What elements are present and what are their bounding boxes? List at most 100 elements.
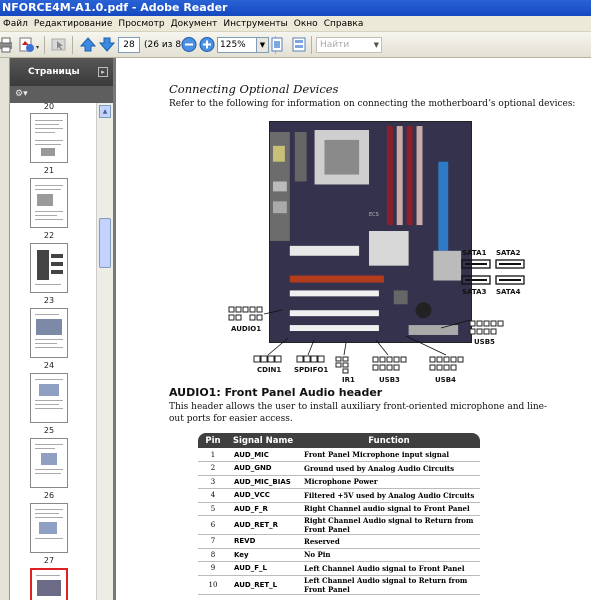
options-gear-icon[interactable]: ⚙▾ bbox=[15, 89, 28, 99]
menu-edit[interactable]: Редактирование bbox=[31, 19, 116, 29]
fit-page-icon[interactable] bbox=[268, 36, 286, 53]
thumbnail-label: 26 bbox=[43, 491, 55, 500]
section-heading: AUDIO1: Front Panel Audio header bbox=[169, 386, 383, 399]
function-cell: Reserved bbox=[298, 534, 480, 549]
menu-tools[interactable]: Инструменты bbox=[220, 19, 290, 29]
signal-name-cell: AUD_MIC_BIAS bbox=[228, 475, 298, 489]
sata2-label: SATA2 bbox=[496, 249, 521, 257]
function-cell: Microphone Power bbox=[298, 475, 480, 489]
cdin1-connector-icon bbox=[253, 355, 282, 363]
pin-number-cell: 7 bbox=[198, 534, 228, 549]
pin-number-cell: 6 bbox=[198, 515, 228, 535]
page-number-input[interactable]: 28 bbox=[118, 37, 140, 53]
menu-file[interactable]: Файл bbox=[0, 19, 31, 29]
function-cell: Left Channel Audio signal to Return from… bbox=[298, 575, 480, 595]
zoom-in-icon[interactable] bbox=[198, 36, 216, 53]
search-field[interactable]: Найти ▼ bbox=[316, 37, 382, 53]
table-row: 7 REVD Reserved bbox=[198, 534, 480, 549]
signal-name-cell: Key bbox=[228, 548, 298, 562]
scroll-up-icon[interactable]: ▲ bbox=[99, 105, 111, 118]
page-thumbnail[interactable] bbox=[30, 503, 68, 553]
zoom-out-icon[interactable] bbox=[180, 36, 198, 53]
usb5-label: USB5 bbox=[474, 338, 495, 346]
function-cell: Front Panel Microphone input signal bbox=[298, 448, 480, 462]
signal-name-cell: AUD_MIC bbox=[228, 448, 298, 462]
document-view[interactable]: Connecting Optional Devices Refer to the… bbox=[113, 58, 591, 600]
window-title-bar: NFORCE4M-A1.0.pdf - Adobe Reader bbox=[0, 0, 591, 16]
search-dropdown-icon[interactable]: ▼ bbox=[374, 38, 379, 52]
pin-number-cell: 9 bbox=[198, 561, 228, 576]
table-row: 8 Key No Pin bbox=[198, 548, 480, 562]
function-cell: Right Channel audio signal to Front Pane… bbox=[298, 502, 480, 516]
thumbnail-label: 27 bbox=[43, 556, 55, 565]
spdifo1-connector-icon bbox=[296, 355, 325, 363]
audio1-pin-table: Pin Signal Name Function 1 AUD_MIC Front P… bbox=[198, 433, 480, 595]
pin-number-cell: 8 bbox=[198, 548, 228, 562]
function-cell: Filtered +5V used by Analog Audio Circui… bbox=[298, 488, 480, 503]
pin-number-cell: 3 bbox=[198, 475, 228, 489]
page-thumbnail-current[interactable] bbox=[30, 568, 68, 600]
signal-name-cell: AUD_GND bbox=[228, 461, 298, 476]
panel-menu-icon[interactable]: ▸ bbox=[98, 67, 108, 77]
select-icon[interactable] bbox=[50, 36, 68, 53]
table-header-row: Pin Signal Name Function bbox=[198, 433, 480, 448]
menu-bar: Файл Редактирование Просмотр Документ Инстру… bbox=[0, 16, 591, 32]
panel-options[interactable]: ⚙▾ bbox=[10, 86, 113, 103]
page-thumbnails: 20 21 22 23 24 25 26 27 bbox=[10, 103, 96, 600]
page-thumbnail[interactable] bbox=[30, 243, 68, 293]
function-cell: Left Channel Audio signal to Front Panel bbox=[298, 561, 480, 576]
thumbnail-label: 20 bbox=[43, 103, 55, 111]
thumbnail-label: 25 bbox=[43, 426, 55, 435]
sata-connectors-icon bbox=[461, 259, 525, 285]
audio1-label: AUDIO1 bbox=[231, 325, 262, 333]
usb5-connector-icon bbox=[469, 320, 504, 335]
table-row: 9 AUD_F_L Left Channel Audio signal to Fro… bbox=[198, 561, 480, 576]
page-heading: Connecting Optional Devices bbox=[169, 82, 339, 96]
column-header-signal: Signal Name bbox=[228, 433, 298, 448]
thumbnail-label: 24 bbox=[43, 361, 55, 370]
usb4-connector-icon bbox=[429, 356, 464, 371]
email-pdf-icon[interactable]: ▾ bbox=[18, 36, 42, 53]
thumbnail-label: 22 bbox=[43, 231, 55, 240]
navigation-panel: Страницы ▸ ⚙▾ 20 21 22 23 24 25 26 27 ▲ bbox=[0, 58, 113, 600]
function-cell: Right Channel Audio signal to Return fro… bbox=[298, 515, 480, 535]
previous-page-icon[interactable] bbox=[79, 36, 97, 53]
ir1-connector-icon bbox=[335, 356, 349, 374]
menu-help[interactable]: Справка bbox=[321, 19, 367, 29]
zoom-level-input[interactable]: 125% bbox=[217, 37, 257, 53]
next-page-icon[interactable] bbox=[98, 36, 116, 53]
navigation-tab-strip[interactable] bbox=[0, 58, 10, 600]
scrollbar-thumb[interactable] bbox=[99, 218, 111, 268]
usb3-label: USB3 bbox=[379, 376, 400, 384]
signal-name-cell: AUD_VCC bbox=[228, 488, 298, 503]
page-thumbnail[interactable] bbox=[30, 178, 68, 228]
page-thumbnail[interactable] bbox=[30, 113, 68, 163]
usb4-label: USB4 bbox=[435, 376, 456, 384]
column-header-pin: Pin bbox=[198, 433, 228, 448]
table-row: 1 AUD_MIC Front Panel Microphone input sig… bbox=[198, 448, 480, 462]
thumbnail-scrollbar[interactable]: ▲ bbox=[96, 103, 113, 600]
table-row: 3 AUD_MIC_BIAS Microphone Power bbox=[198, 475, 480, 489]
menu-document[interactable]: Документ bbox=[168, 19, 221, 29]
toolbar: ▾ 28 (26 из 86) 125% ▼ Найти ▼ bbox=[0, 32, 591, 58]
page-thumbnail[interactable] bbox=[30, 373, 68, 423]
column-header-function: Function bbox=[298, 433, 480, 448]
motherboard-image: ECS bbox=[269, 121, 472, 343]
signal-name-cell: AUD_F_L bbox=[228, 561, 298, 576]
fit-width-icon[interactable] bbox=[290, 36, 308, 53]
print-icon[interactable] bbox=[0, 36, 15, 53]
audio1-connector-icon bbox=[228, 306, 263, 321]
search-placeholder: Найти bbox=[320, 40, 350, 50]
pin-number-cell: 2 bbox=[198, 461, 228, 476]
table-row: 5 AUD_F_R Right Channel audio signal to Fr… bbox=[198, 502, 480, 516]
signal-name-cell: AUD_F_R bbox=[228, 502, 298, 516]
function-cell: No Pin bbox=[298, 548, 480, 562]
window-title: NFORCE4M-A1.0.pdf - Adobe Reader bbox=[2, 1, 228, 14]
menu-window[interactable]: Окно bbox=[291, 19, 321, 29]
page-thumbnail[interactable] bbox=[30, 308, 68, 358]
function-cell: Ground used by Analog Audio Circuits bbox=[298, 461, 480, 476]
spdifo1-label: SPDIFO1 bbox=[294, 366, 329, 374]
page-thumbnail[interactable] bbox=[30, 438, 68, 488]
thumbnail-label: 21 bbox=[43, 166, 55, 175]
menu-view[interactable]: Просмотр bbox=[115, 19, 167, 29]
